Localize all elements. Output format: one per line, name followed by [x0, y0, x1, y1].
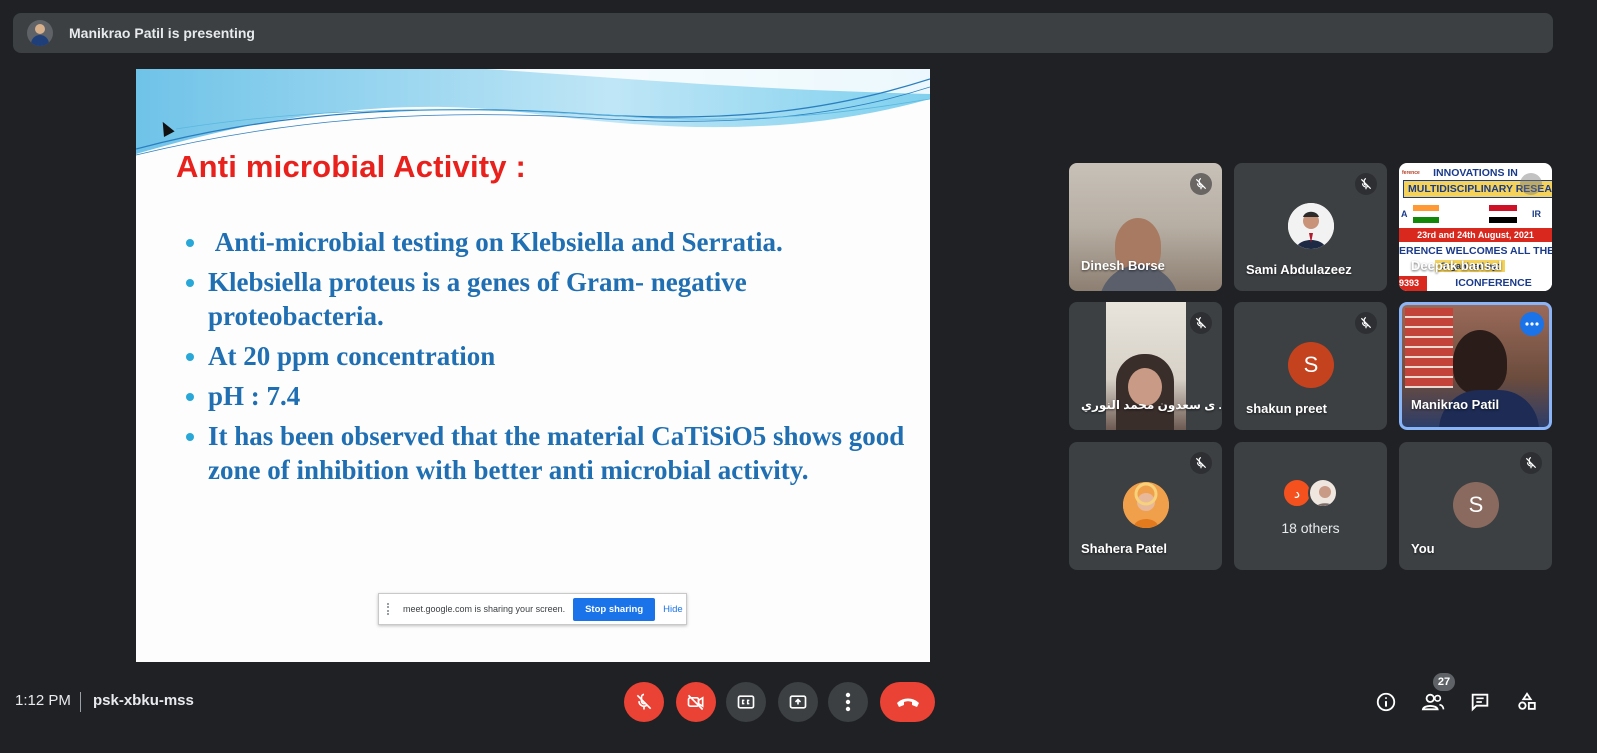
- more-options-button[interactable]: [828, 682, 868, 722]
- bottom-divider: [80, 692, 81, 712]
- avatar: [1288, 203, 1334, 249]
- india-flag-icon: [1413, 205, 1439, 223]
- iraq-flag-icon: [1489, 205, 1517, 223]
- chat-button[interactable]: [1466, 688, 1494, 716]
- mic-off-icon: [1520, 452, 1542, 474]
- mic-off-icon: [1355, 173, 1377, 195]
- participant-tile-arabic-name[interactable]: ى سعدون محمد النوري ...: [1069, 302, 1222, 430]
- meeting-code[interactable]: psk-xbku-mss: [93, 692, 194, 709]
- participant-name: Dinesh Borse: [1081, 258, 1165, 273]
- participant-name: Shahera Patel: [1081, 541, 1167, 556]
- others-count-label: 18 others: [1281, 520, 1340, 536]
- presenting-bar[interactable]: Manikrao Patil is presenting: [13, 13, 1553, 53]
- more-vert-icon: [845, 692, 851, 712]
- participant-tile-manikrao-patil[interactable]: Manikrao Patil: [1399, 302, 1552, 430]
- shared-screen: Anti microbial Activity : Anti-microbial…: [136, 69, 930, 662]
- slide-bullet: At 20 ppm concentration: [184, 339, 914, 373]
- banner-welcome: ERENCE WELCOMES ALL THE DELE: [1399, 245, 1552, 257]
- participant-name: Manikrao Patil: [1411, 397, 1500, 412]
- camera-off-icon: [687, 694, 704, 711]
- meet-window: Manikrao Patil is presenting Anti microb…: [0, 0, 1597, 753]
- avatar: S: [1453, 482, 1499, 528]
- participant-name: ى سعدون محمد النوري ...: [1081, 398, 1222, 412]
- participant-tile-you[interactable]: S You: [1399, 442, 1552, 570]
- avatar: [1123, 482, 1169, 528]
- camera-toggle-button[interactable]: [676, 682, 716, 722]
- participant-tile-shakun-preet[interactable]: S shakun preet: [1234, 302, 1387, 430]
- participant-name: shakun preet: [1246, 401, 1327, 416]
- participant-tile-shahera-patel[interactable]: Shahera Patel: [1069, 442, 1222, 570]
- mic-indicator-icon: [1520, 173, 1542, 195]
- end-call-icon: [896, 698, 919, 707]
- microphone-toggle-button[interactable]: [624, 682, 664, 722]
- share-notice-text: meet.google.com is sharing your screen.: [403, 604, 566, 614]
- slide-bullet: It has been observed that the material C…: [184, 419, 914, 487]
- hide-notice-button[interactable]: Hide: [663, 604, 683, 615]
- captions-button[interactable]: [726, 682, 766, 722]
- slide-bullet: Klebsiella proteus is a genes of Gram- n…: [184, 265, 914, 333]
- slide-title: Anti microbial Activity :: [176, 149, 527, 184]
- mic-off-icon: [1190, 312, 1212, 334]
- others-avatar-group: د: [1282, 478, 1338, 508]
- chat-icon: [1471, 693, 1489, 712]
- leave-call-button[interactable]: [880, 682, 935, 722]
- banner-right-code: IR: [1532, 209, 1541, 219]
- avatar: S: [1288, 342, 1334, 388]
- banner-number: 9393: [1399, 276, 1427, 291]
- present-now-button[interactable]: [778, 682, 818, 722]
- participant-video-background: [1405, 308, 1453, 388]
- activities-shapes-icon: [1518, 692, 1536, 710]
- participant-tile-dinesh-borse[interactable]: Dinesh Borse: [1069, 163, 1222, 291]
- participant-tile-others[interactable]: د 18 others: [1234, 442, 1387, 570]
- banner-date: 23rd and 24th August, 2021: [1399, 228, 1552, 242]
- participant-count-badge: 27: [1433, 673, 1455, 691]
- slide-bullet-list: Anti-microbial testing on Klebsiella and…: [184, 225, 914, 493]
- mic-off-icon: [636, 693, 652, 710]
- banner-conference: ICONFERENCE: [1435, 276, 1552, 291]
- clock-time: 1:12 PM: [15, 692, 71, 709]
- avatar: [1308, 478, 1338, 508]
- participant-tile-deepak-bansal[interactable]: ference INNOVATIONS IN MULTIDISCIPLINARY…: [1399, 163, 1552, 291]
- stop-sharing-button[interactable]: Stop sharing: [573, 597, 656, 621]
- banner-left-code: A: [1401, 209, 1408, 219]
- meeting-details-button[interactable]: [1372, 688, 1400, 716]
- present-screen-icon: [789, 695, 807, 709]
- more-options-icon[interactable]: [1520, 312, 1544, 336]
- mic-off-icon: [1355, 312, 1377, 334]
- screen-share-notice: meet.google.com is sharing your screen. …: [378, 593, 687, 625]
- closed-captions-icon: [737, 695, 755, 709]
- participant-name: Deepak bansal: [1411, 258, 1503, 273]
- participant-name: Sami Abdulazeez: [1246, 262, 1352, 277]
- participant-video-head: [1453, 330, 1507, 394]
- presenter-avatar: [27, 20, 53, 46]
- activities-button[interactable]: [1513, 688, 1541, 716]
- info-icon: [1376, 692, 1396, 712]
- presenting-text: Manikrao Patil is presenting: [69, 25, 255, 41]
- drag-handle-icon[interactable]: [387, 603, 393, 615]
- slide-bullet: pH : 7.4: [184, 379, 914, 413]
- slide-bullet: Anti-microbial testing on Klebsiella and…: [184, 225, 914, 259]
- participant-tile-sami-abdulazeez[interactable]: Sami Abdulazeez: [1234, 163, 1387, 291]
- mic-off-icon: [1190, 173, 1212, 195]
- people-icon: [1421, 693, 1445, 711]
- participants-button[interactable]: [1419, 688, 1447, 716]
- participant-name: You: [1411, 541, 1435, 556]
- mic-off-icon: [1190, 452, 1212, 474]
